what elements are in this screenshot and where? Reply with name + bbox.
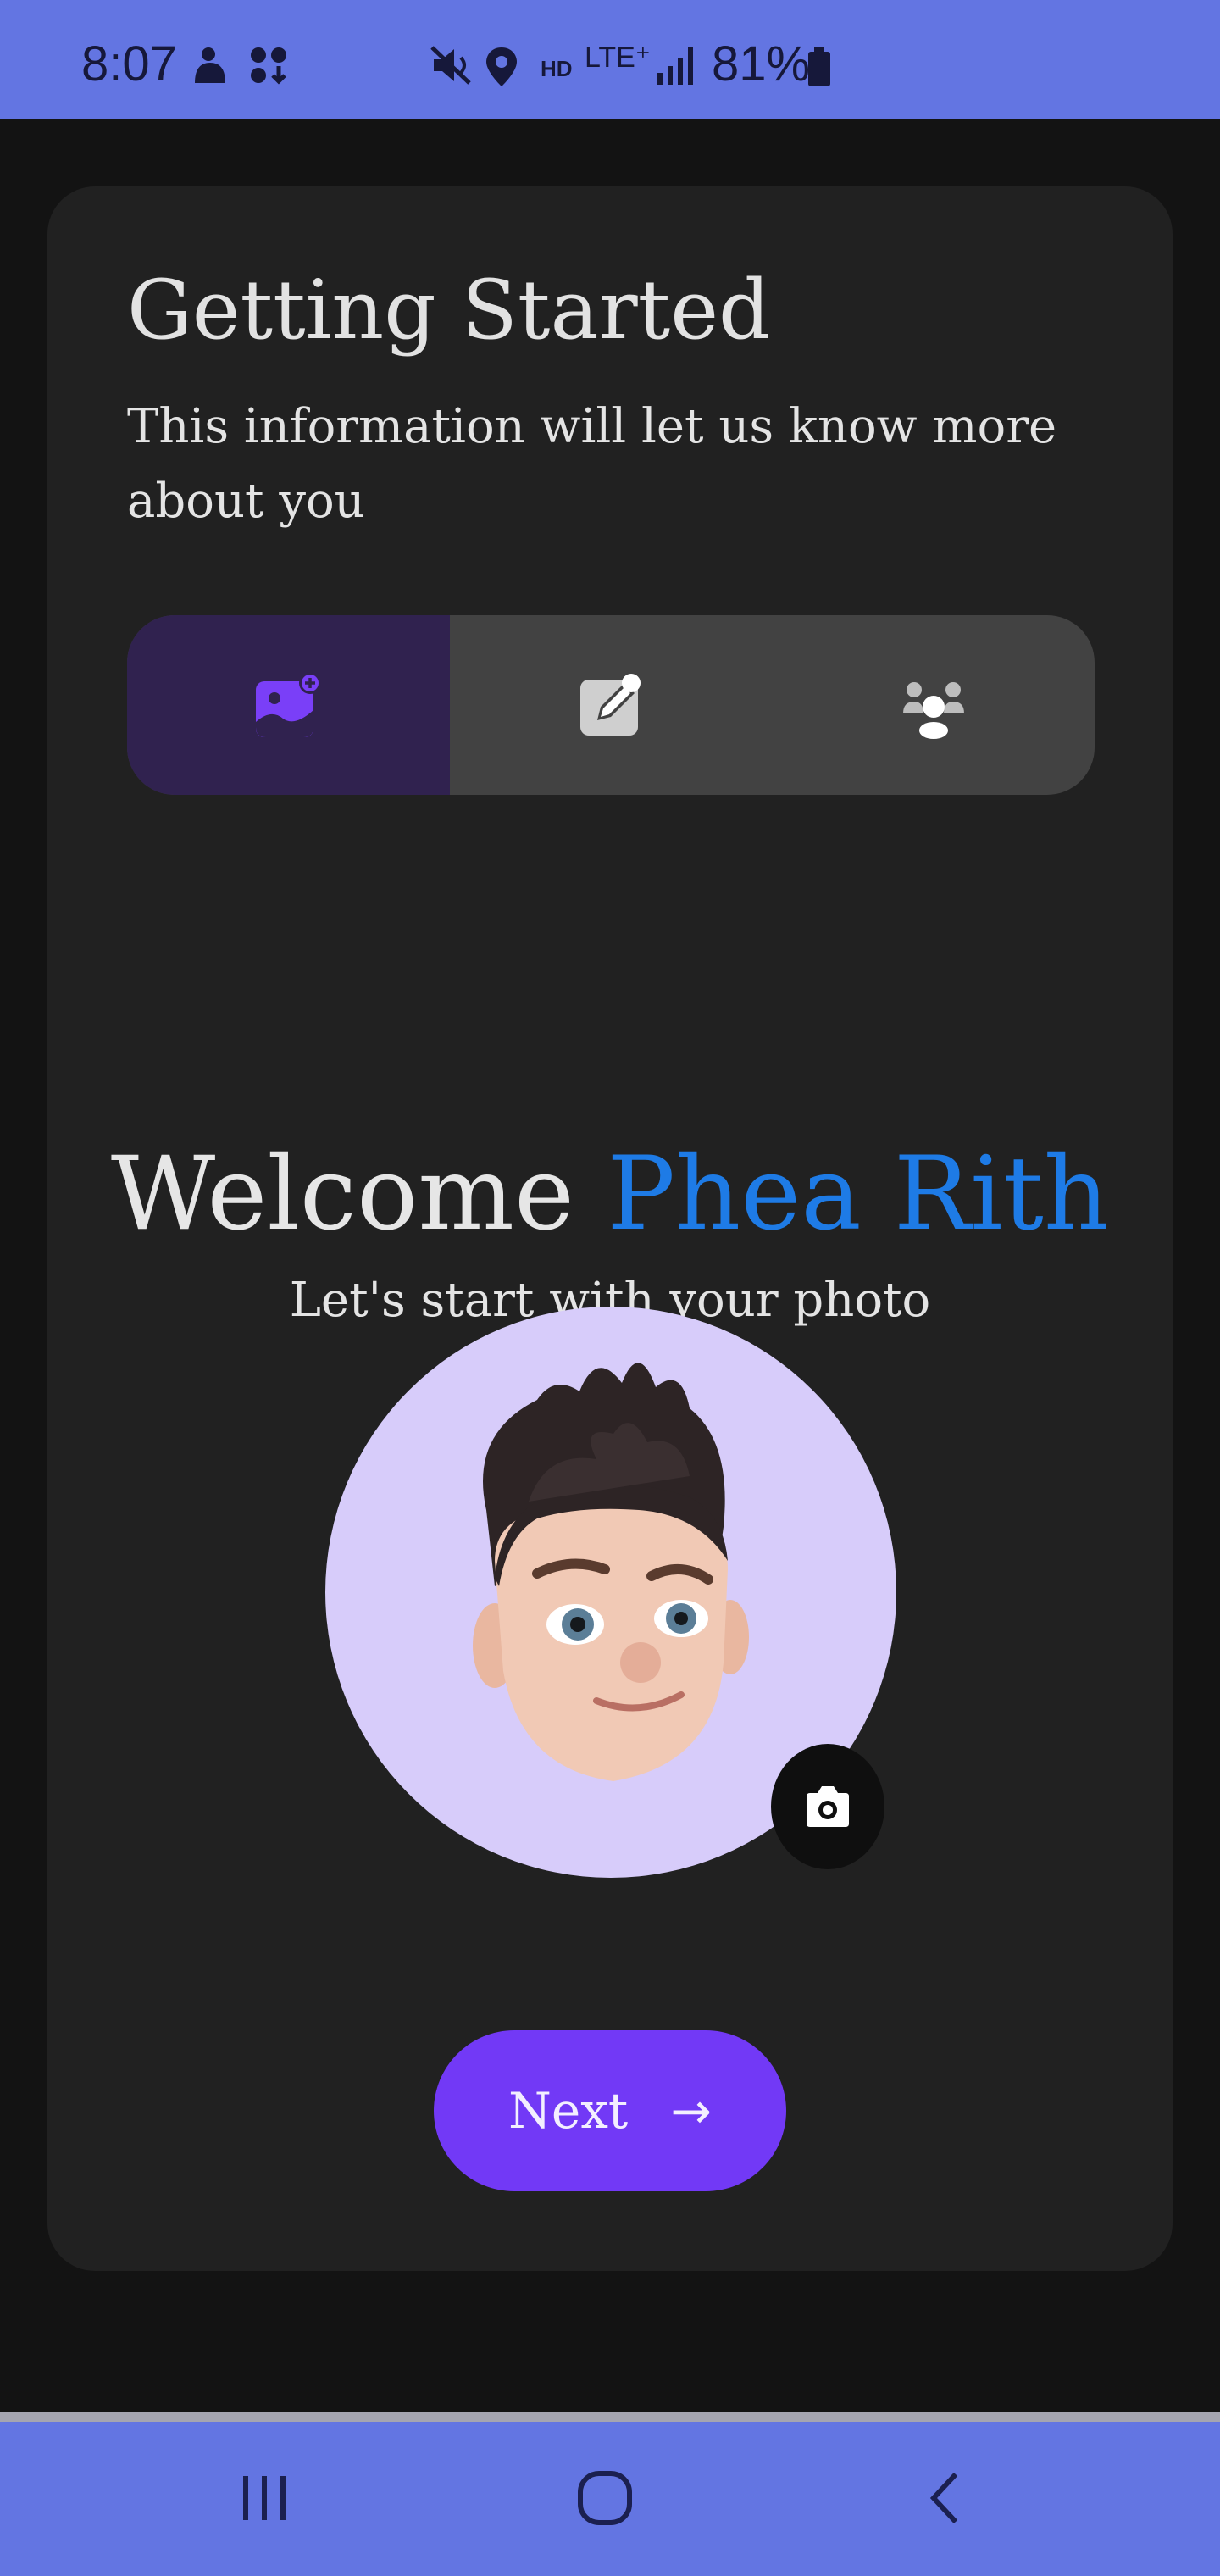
getting-started-card: Getting Started This information will le… — [47, 186, 1173, 2271]
page-subtitle: This information will let us know more a… — [127, 399, 1057, 529]
battery-percent: 81% — [712, 36, 811, 92]
page-title: Getting Started — [127, 263, 771, 358]
location-icon — [486, 47, 517, 86]
home-button[interactable] — [554, 2456, 656, 2540]
notification-icon — [195, 47, 225, 83]
tab-group[interactable] — [772, 615, 1095, 795]
signal-icon — [657, 47, 693, 85]
tab-photo[interactable] — [127, 615, 450, 795]
tab-details[interactable] — [450, 615, 773, 795]
next-button-label: Next — [508, 2082, 629, 2140]
welcome-greeting: Welcome — [110, 1135, 575, 1253]
network-label: HD — [541, 56, 573, 81]
lte-label: LTE⁺ — [585, 42, 651, 74]
camera-icon — [807, 1786, 849, 1827]
change-photo-button[interactable] — [771, 1744, 884, 1869]
welcome-user-name: Phea Rith — [607, 1135, 1110, 1253]
welcome-heading: Welcome Phea Rith — [47, 1135, 1173, 1253]
home-icon — [578, 2471, 632, 2525]
step-tabs — [127, 615, 1095, 795]
status-bar: 8:07 HD LTE⁺ 81% — [0, 0, 1220, 119]
next-button[interactable]: Next → — [434, 2030, 786, 2191]
arrow-right-icon: → — [670, 2082, 712, 2140]
nav-divider — [0, 2412, 1220, 2422]
recent-apps-icon — [243, 2476, 286, 2520]
back-button[interactable] — [895, 2456, 996, 2540]
recent-apps-button[interactable] — [214, 2456, 315, 2540]
navigation-bar — [0, 2422, 1220, 2576]
apps-download-icon — [251, 47, 286, 85]
edit-note-icon — [580, 674, 640, 736]
battery-icon — [808, 47, 830, 86]
group-icon — [902, 682, 964, 739]
status-time: 8:07 — [81, 36, 177, 92]
back-icon — [929, 2472, 958, 2524]
mute-icon — [430, 46, 471, 85]
add-photo-icon — [256, 672, 322, 737]
